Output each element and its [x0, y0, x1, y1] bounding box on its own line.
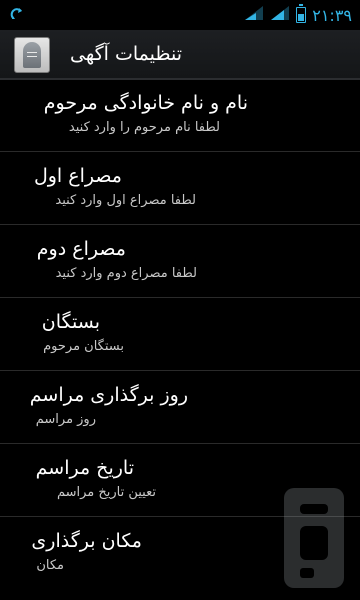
setting-title: مکان برگذاری: [31, 530, 142, 552]
gravestone-app-icon[interactable]: [14, 37, 50, 73]
setting-first-verse[interactable]: مصراع اول لطفا مصراع اول وارد کنید: [0, 153, 360, 225]
action-bar: تنظیمات آگهی: [0, 30, 360, 80]
battery-icon: [296, 4, 307, 23]
screen: ۲۱:۳۹ تنظیمات آگهی نام و نام خانوادگی مر…: [0, 0, 360, 600]
setting-title: بستگان: [41, 311, 100, 333]
setting-summary: لطفا نام مرحوم را وارد کنید: [68, 120, 220, 135]
setting-summary: لطفا مصراع اول وارد کنید: [55, 193, 196, 208]
setting-title: مصراع اول: [33, 165, 122, 187]
wifi-icon: [270, 5, 290, 25]
signal-icon: [244, 5, 264, 25]
setting-summary: لطفا مصراع دوم وارد کنید: [55, 266, 197, 281]
watermark-logo-icon: [276, 482, 350, 594]
setting-title: مصراع دوم: [36, 238, 126, 260]
setting-title: روز برگذاری مراسم: [29, 384, 188, 406]
sync-icon: [10, 6, 24, 26]
status-bar: ۲۱:۳۹: [0, 0, 360, 30]
page-title: تنظیمات آگهی: [70, 43, 182, 65]
setting-title: تاریخ مراسم: [35, 457, 134, 479]
setting-summary: روز مراسم: [35, 412, 96, 427]
setting-second-verse[interactable]: مصراع دوم لطفا مصراع دوم وارد کنید: [0, 226, 360, 298]
setting-title: نام و نام خانوادگی مرحوم: [43, 92, 248, 114]
setting-relatives[interactable]: بستگان بستگان مرحوم: [0, 299, 360, 371]
setting-deceased-name[interactable]: نام و نام خانوادگی مرحوم لطفا نام مرحوم …: [0, 80, 360, 152]
setting-summary: تعیین تاریخ مراسم: [56, 485, 156, 500]
setting-summary: مکان: [36, 558, 64, 573]
status-icons: ۲۱:۳۹: [244, 4, 352, 25]
setting-summary: بستگان مرحوم: [43, 339, 124, 354]
settings-list: نام و نام خانوادگی مرحوم لطفا نام مرحوم …: [0, 80, 360, 600]
status-time: ۲۱:۳۹: [312, 5, 352, 25]
setting-ceremony-day[interactable]: روز برگذاری مراسم روز مراسم: [0, 372, 360, 444]
